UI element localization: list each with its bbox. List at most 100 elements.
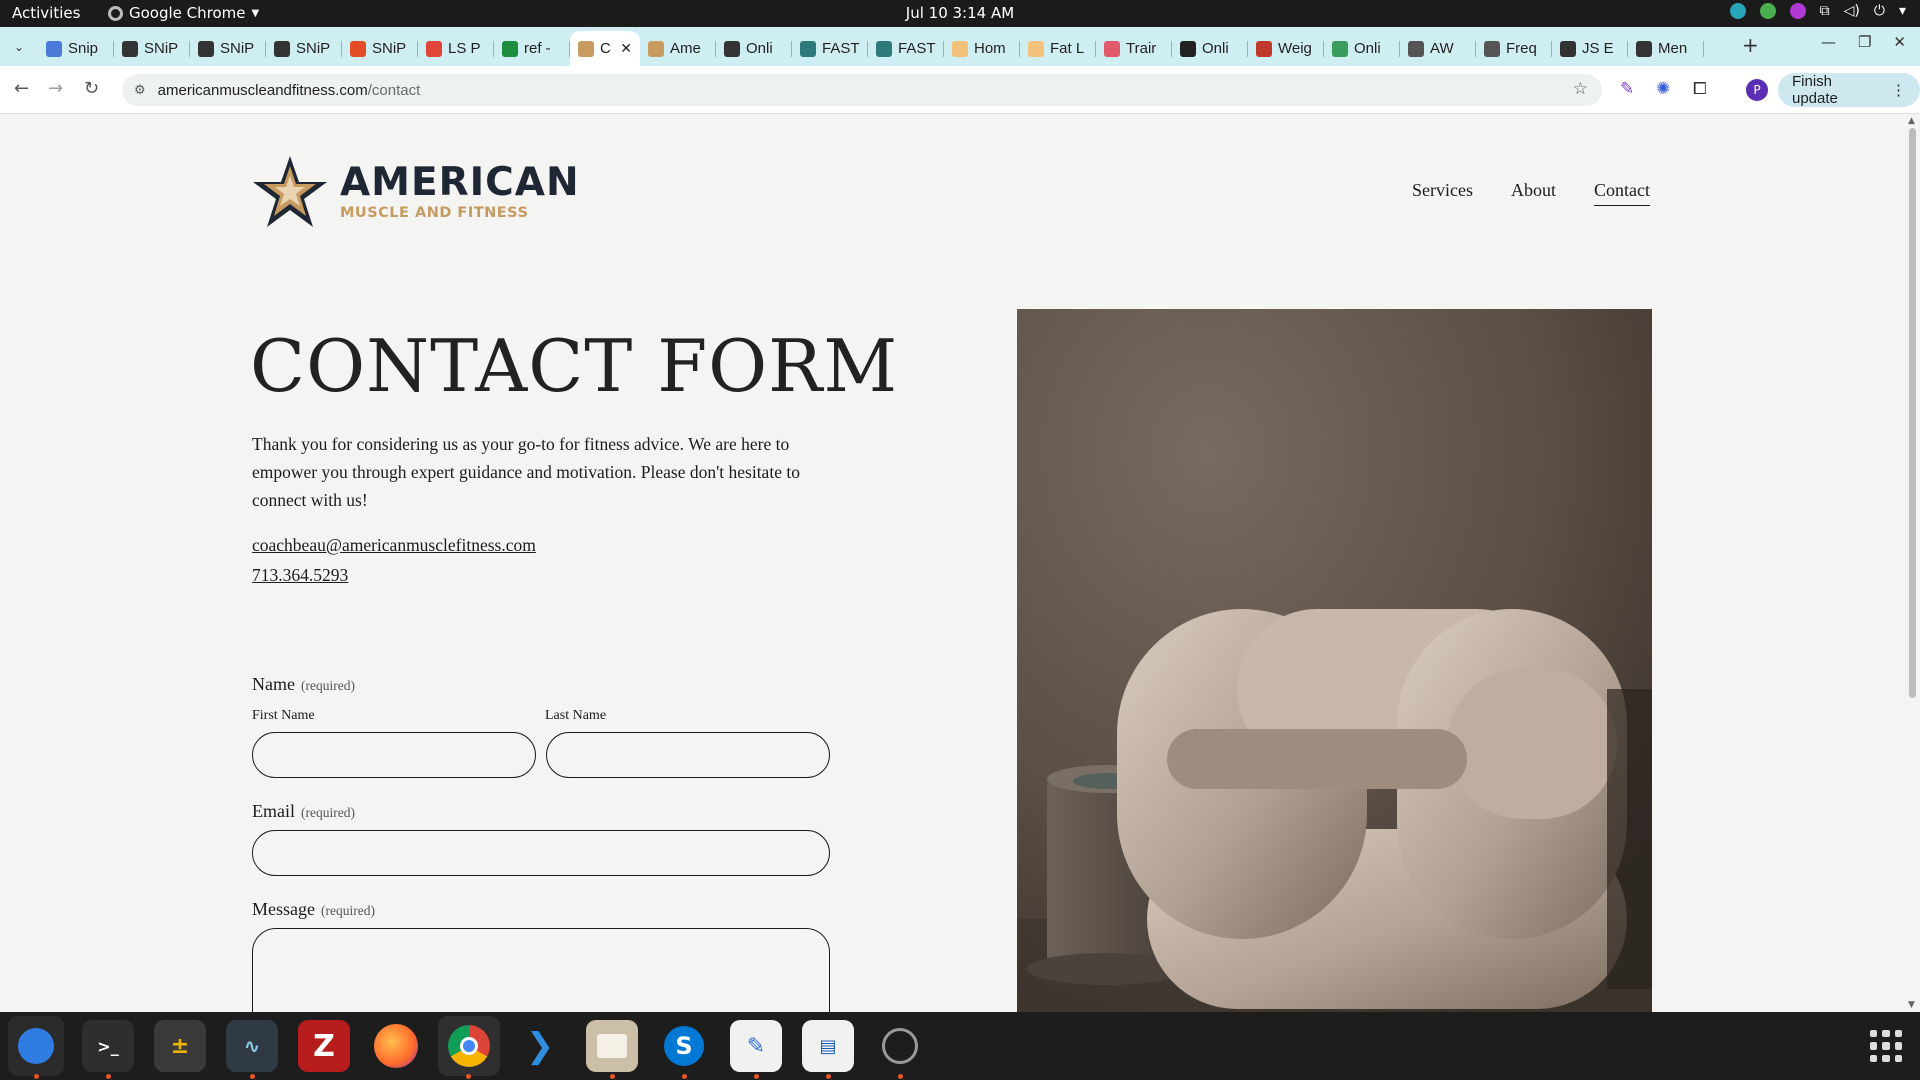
app-indicator-icon[interactable] [1789,3,1806,19]
tab-12[interactable]: Hom [944,31,1020,66]
tab-2[interactable]: SNiP [190,31,266,66]
close-icon[interactable]: ✕ [1893,33,1906,51]
scroll-up-arrow-icon[interactable]: ▲ [1908,116,1915,126]
person-icon [1180,40,1196,57]
tab-7[interactable]: C ✕ [570,31,640,66]
libreoffice-writer-icon[interactable]: ▤ [802,1020,854,1072]
required-note: (required) [320,903,375,918]
star-logo-icon [253,156,327,227]
first-name-input[interactable] [252,732,536,778]
network-icon[interactable]: ⧉ [1820,3,1830,19]
tab-label: SNiP [220,40,255,57]
email-label: Email [252,801,295,821]
hand-icon [952,40,968,57]
system-monitor-icon[interactable]: ∿ [226,1020,278,1072]
finish-update-button[interactable]: Finish update ⋮ [1778,73,1920,107]
tab-21[interactable]: Men [1628,31,1704,66]
phone-link[interactable]: 713.364.5293 [252,565,348,586]
nav-contact[interactable]: Contact [1593,180,1650,206]
terminal-icon[interactable]: >_ [82,1020,134,1072]
message-textarea[interactable] [252,928,830,1012]
show-apps-grid-icon[interactable] [1870,1030,1902,1062]
vscode-icon[interactable]: ❯ [514,1020,566,1072]
minimize-icon[interactable]: — [1821,33,1836,51]
shield-icon [1560,40,1576,57]
page-scrollbar[interactable]: ▲ ▼ [1905,114,1920,1012]
tab-6[interactable]: ref - [494,31,570,66]
check-icon[interactable] [1759,3,1776,19]
star-favicon [648,40,664,57]
restore-icon[interactable]: ❐ [1858,33,1871,51]
url-path: /contact [367,81,421,99]
tab-11[interactable]: FAST [868,31,944,66]
app-menu[interactable]: Google Chrome ▼ [108,4,259,22]
scrollbar-thumb[interactable] [1909,128,1916,698]
text-editor-icon[interactable]: ✎ [730,1020,782,1072]
system-top-bar: Activities Google Chrome ▼ Jul 10 3:14 A… [0,0,1920,27]
bookmark-star-icon[interactable]: ☆ [1573,79,1588,99]
address-bar[interactable]: ⚙ americanmuscleandfitness.com/contact ☆ [122,74,1602,106]
snip-color-icon [350,40,366,57]
reload-button[interactable]: ↻ [84,78,99,99]
activities-button[interactable]: Activities [12,4,80,22]
power-icon[interactable]: ⏻ [1874,3,1885,19]
snowflake-extension-icon[interactable]: ✺ [1656,79,1670,99]
tab-5[interactable]: LS P [418,31,494,66]
tab-18[interactable]: AW [1400,31,1476,66]
tab-0[interactable]: Snip [38,31,114,66]
running-indicator [250,1074,255,1079]
forward-button[interactable]: → [48,78,63,99]
calculator-icon[interactable]: ± [154,1020,206,1072]
tab-label: LS P [448,40,481,57]
extensions-puzzle-icon[interactable]: ⧠ [1693,79,1707,99]
clock[interactable]: Jul 10 3:14 AM [0,4,1920,22]
tab-4[interactable]: SNiP [342,31,418,66]
tab-10[interactable]: FAST [792,31,868,66]
profile-avatar[interactable]: P [1746,79,1768,101]
tab-16[interactable]: Weig [1248,31,1324,66]
tab-14[interactable]: Trair [1096,31,1172,66]
tab-15[interactable]: Onli [1172,31,1248,66]
chrome-icon[interactable] [438,1016,500,1076]
files-icon[interactable] [586,1020,638,1072]
tab-9[interactable]: Onli [716,31,792,66]
tab-label: C [600,40,611,57]
tab-20[interactable]: JS E [1552,31,1628,66]
site-info-icon[interactable]: ⚙ [134,83,146,98]
tab-1[interactable]: SNiP [114,31,190,66]
skype-icon[interactable]: S [658,1020,710,1072]
nav-about[interactable]: About [1511,180,1556,206]
tab-label: AW [1430,40,1454,57]
sync-icon[interactable] [1729,3,1746,19]
last-name-input[interactable] [546,732,830,778]
tab-19[interactable]: Freq [1476,31,1552,66]
system-tray[interactable]: ⧉ ◁) ⏻ ▾ [1729,3,1906,19]
fast-icon [800,40,816,57]
required-note: (required) [300,678,355,693]
disk-utility-icon[interactable] [874,1020,926,1072]
scroll-down-arrow-icon[interactable]: ▼ [1908,1000,1915,1010]
new-tab-button[interactable]: + [1742,33,1759,57]
filezilla-icon[interactable]: Z [298,1020,350,1072]
tab-search-button[interactable]: ⌄ [6,34,32,60]
tab-label: ref - [524,40,551,57]
firefox-icon[interactable] [370,1020,422,1072]
required-note: (required) [301,805,355,820]
pen-extension-icon[interactable]: ✎ [1620,79,1634,99]
nav-services[interactable]: Services [1412,180,1473,206]
thunderbird-icon[interactable] [8,1016,64,1076]
email-link[interactable]: coachbeau@americanmusclefitness.com [252,535,536,556]
volume-icon[interactable]: ◁) [1844,3,1860,19]
tab-label: JS E [1582,40,1614,57]
email-input[interactable] [252,830,830,876]
url-text[interactable]: americanmuscleandfitness.com/contact [158,82,421,99]
chevron-down-icon[interactable]: ▾ [1899,3,1906,19]
tab-3[interactable]: SNiP [266,31,342,66]
docs-icon [46,40,62,57]
close-tab-icon[interactable]: ✕ [620,40,632,57]
tab-8[interactable]: Ame [640,31,716,66]
back-button[interactable]: ← [14,78,29,99]
site-logo[interactable]: AMERICAN MUSCLE AND FITNESS [252,154,580,230]
tab-13[interactable]: Fat L [1020,31,1096,66]
tab-17[interactable]: Onli [1324,31,1400,66]
